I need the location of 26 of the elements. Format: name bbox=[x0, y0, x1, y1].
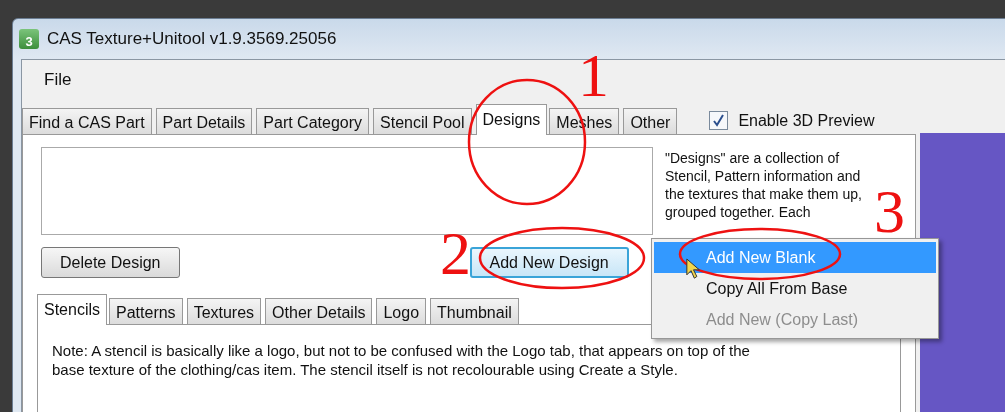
tab[interactable]: Other bbox=[623, 108, 678, 134]
tab[interactable]: Stencil Pool bbox=[373, 108, 472, 134]
cursor-icon bbox=[686, 258, 701, 280]
checkbox-label: Enable 3D Preview bbox=[738, 111, 875, 130]
note-text: Note: A stencil is basically like a logo, but not to be confused with the Logo tab, that appears on top of the base texture of the clothing/cas item. The stencil itself is not recolourable using Create a Style. bbox=[52, 341, 751, 379]
app-icon: 3 bbox=[19, 29, 39, 49]
tab[interactable]: Part Category bbox=[256, 108, 370, 134]
annotation-number: 1 bbox=[578, 44, 609, 106]
tab[interactable]: Patterns bbox=[109, 298, 183, 324]
tab[interactable]: Designs bbox=[475, 104, 548, 135]
checkbox[interactable] bbox=[709, 111, 729, 130]
description-text: "Designs" are a collection of Stencil, Pattern information and the textures that make them up, grouped together. Each bbox=[665, 149, 863, 222]
design-button[interactable]: Delete Design bbox=[41, 247, 180, 278]
tab[interactable]: Find a CAS Part bbox=[22, 108, 152, 134]
tab[interactable]: Other Details bbox=[265, 298, 373, 324]
annotation-number: 2 bbox=[440, 222, 471, 284]
tab[interactable]: Logo bbox=[376, 298, 427, 324]
annotation-number: 3 bbox=[874, 180, 905, 242]
tab[interactable]: Part Details bbox=[155, 108, 253, 134]
design-button[interactable]: Add New Design bbox=[469, 247, 629, 278]
window-title: CAS Texture+Unitool v1.9.3569.25056 bbox=[47, 29, 337, 49]
tab[interactable]: Thumbnail bbox=[430, 298, 519, 324]
tab[interactable]: Textures bbox=[186, 298, 262, 324]
tab[interactable]: Stencils bbox=[37, 294, 108, 325]
menu-item[interactable]: File bbox=[44, 70, 72, 90]
menu-item[interactable]: Copy All From Base bbox=[654, 273, 936, 304]
